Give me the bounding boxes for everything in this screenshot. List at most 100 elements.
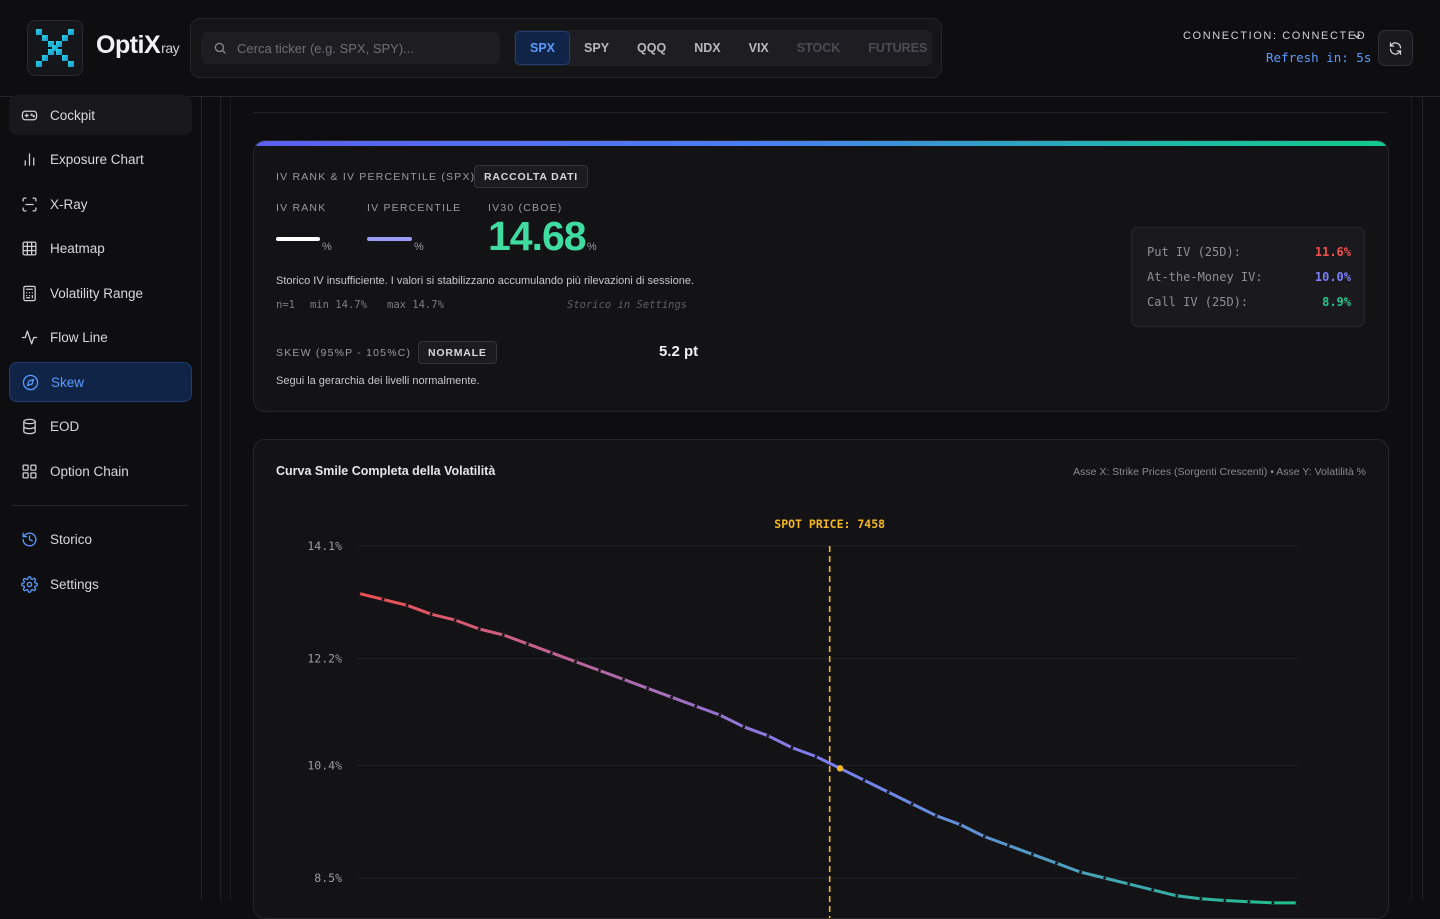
smile-point: [1103, 876, 1106, 880]
smile-point: [694, 704, 698, 708]
smile-point: [1127, 882, 1131, 886]
iv-row-value: 8.9%: [1322, 295, 1351, 309]
iv-sample-count: n=1: [276, 299, 295, 311]
ticker-tab-qqq[interactable]: QQQ: [623, 31, 680, 65]
sidebar-item-storico[interactable]: Storico: [9, 519, 192, 559]
accent-bar: [254, 141, 1388, 146]
ticker-tabs: SPX SPY QQQ NDX VIX STOCK FUTURES: [514, 30, 932, 66]
activity-icon: [21, 330, 38, 345]
logo: [27, 20, 83, 76]
skew-status-badge: NORMALE: [418, 341, 497, 364]
refresh-button[interactable]: [1378, 30, 1413, 66]
sidebar-item-cockpit[interactable]: Cockpit: [9, 95, 192, 135]
smile-point: [1055, 861, 1058, 865]
smile-point: [574, 660, 577, 664]
iv-max: max 14.7%: [387, 299, 444, 311]
sidebar: Cockpit Exposure Chart X-Ray Heatmap Volatil…: [0, 95, 202, 900]
iv-rank-card: IV RANK & IV PERCENTILE (SPX) RACCOLTA D…: [253, 140, 1389, 412]
compass-icon: [22, 374, 39, 390]
refresh-countdown: Refresh in: 5s: [1266, 50, 1372, 65]
sidebar-item-label: X-Ray: [50, 196, 88, 212]
iv-rank-percent: %: [322, 241, 332, 253]
sidebar-item-option-chain[interactable]: Option Chain: [9, 451, 192, 491]
ticker-tab-vix[interactable]: VIX: [735, 31, 783, 65]
smile-point: [766, 734, 770, 738]
brand-name: OptiXray: [96, 31, 180, 60]
iv-row-label: Call IV (25D):: [1147, 295, 1249, 309]
sidebar-item-skew[interactable]: Skew: [9, 362, 192, 402]
smile-point: [525, 642, 529, 646]
top-bar: OptiXray SPXSPYQQQNDXVIXSTOCKFUTURES CON…: [0, 0, 1440, 97]
iv30-value: 14.68: [488, 213, 587, 259]
smile-point: [429, 612, 433, 616]
connection-status[interactable]: CONNECTION: CONNECTED: [1183, 30, 1366, 42]
smile-chart: 14.1% 12.2% 10.4% 8.5% SPOT PRICE: 7458: [307, 517, 1299, 918]
iv-row-label: Put IV (25D):: [1147, 245, 1241, 259]
iv-row-label: At-the-Money IV:: [1147, 270, 1263, 284]
smile-point: [1295, 901, 1299, 905]
sidebar-divider: [12, 505, 188, 506]
layout-grid-icon: [22, 463, 37, 479]
smile-point: [598, 669, 601, 672]
smile-point: [982, 835, 986, 838]
smile-point: [862, 778, 866, 782]
iv-history-note: Storico IV insufficiente. I valori si st…: [276, 275, 695, 287]
y-tick-label: 8.5%: [314, 871, 342, 885]
chevron-down-icon[interactable]: [1351, 30, 1363, 42]
sidebar-item-label: Heatmap: [50, 241, 105, 256]
iv-row: At-the-Money IV: 10.0%: [1147, 270, 1351, 284]
ticker-tab-spy[interactable]: SPY: [570, 31, 623, 65]
ticker-tab-futures[interactable]: FUTURES: [854, 31, 941, 65]
sidebar-item-label: Flow Line: [50, 330, 108, 345]
sidebar-item-heatmap[interactable]: Heatmap: [9, 229, 192, 269]
sidebar-item-label: Cockpit: [50, 107, 96, 123]
smile-point: [405, 603, 409, 607]
iv-rank-label: IV RANK: [276, 202, 327, 214]
smile-point: [718, 713, 722, 717]
ticker-tab-ndx[interactable]: NDX: [680, 31, 734, 65]
ticker-tab-stock[interactable]: STOCK: [783, 31, 855, 65]
spot-point: [836, 765, 844, 772]
sidebar-item-eod[interactable]: EOD: [9, 407, 192, 447]
gamepad-icon: [21, 110, 38, 120]
smile-point: [934, 814, 938, 818]
calculator-icon: [23, 285, 36, 301]
smile-point: [1006, 843, 1010, 847]
iv-summary-box: Put IV (25D): 11.6% At-the-Money IV: 10.0% C…: [1131, 227, 1365, 327]
grid-icon: [22, 241, 37, 256]
database-icon: [23, 418, 36, 435]
history-settings-hint[interactable]: Storico in Settings: [567, 299, 687, 311]
iv-min: min 14.7%: [310, 299, 367, 311]
y-tick-label: 10.4%: [307, 758, 342, 772]
sidebar-item-volatility-range[interactable]: Volatility Range: [9, 273, 192, 313]
sidebar-item-label: Skew: [51, 374, 85, 390]
smile-point: [958, 823, 962, 827]
scan-icon: [22, 196, 37, 212]
divider: [254, 112, 1388, 113]
iv-percentile-value: [367, 237, 412, 241]
sidebar-item-settings[interactable]: Settings: [9, 564, 192, 604]
ticker-bar: SPXSPYQQQNDXVIXSTOCKFUTURES: [190, 18, 942, 78]
sidebar-item-flow-line[interactable]: Flow Line: [9, 318, 192, 358]
smile-point: [1031, 852, 1034, 856]
search-input[interactable]: [237, 32, 492, 64]
data-collection-badge: RACCOLTA DATI: [474, 165, 588, 188]
smile-point: [622, 677, 625, 681]
brand-main: OptiX: [96, 31, 161, 59]
sidebar-item-label: Storico: [50, 531, 93, 547]
iv-row: Call IV (25D): 8.9%: [1147, 295, 1351, 309]
skew-label: SKEW (95%P - 105%C): [276, 347, 412, 359]
smile-point: [381, 597, 385, 601]
brand-sub: ray: [161, 40, 180, 56]
sidebar-item-label: Settings: [50, 576, 99, 592]
ticker-tab-spx[interactable]: SPX: [515, 31, 571, 65]
logo-x-icon: [36, 29, 74, 67]
sidebar-item-x-ray[interactable]: X-Ray: [9, 184, 192, 224]
bar-chart-icon: [24, 153, 35, 166]
smile-point: [790, 746, 794, 749]
smile-curve-line: [358, 591, 1297, 905]
smile-point: [910, 802, 914, 806]
smile-point: [1079, 870, 1082, 874]
sidebar-item-exposure-chart[interactable]: Exposure Chart: [9, 140, 192, 180]
smile-point: [886, 790, 890, 794]
